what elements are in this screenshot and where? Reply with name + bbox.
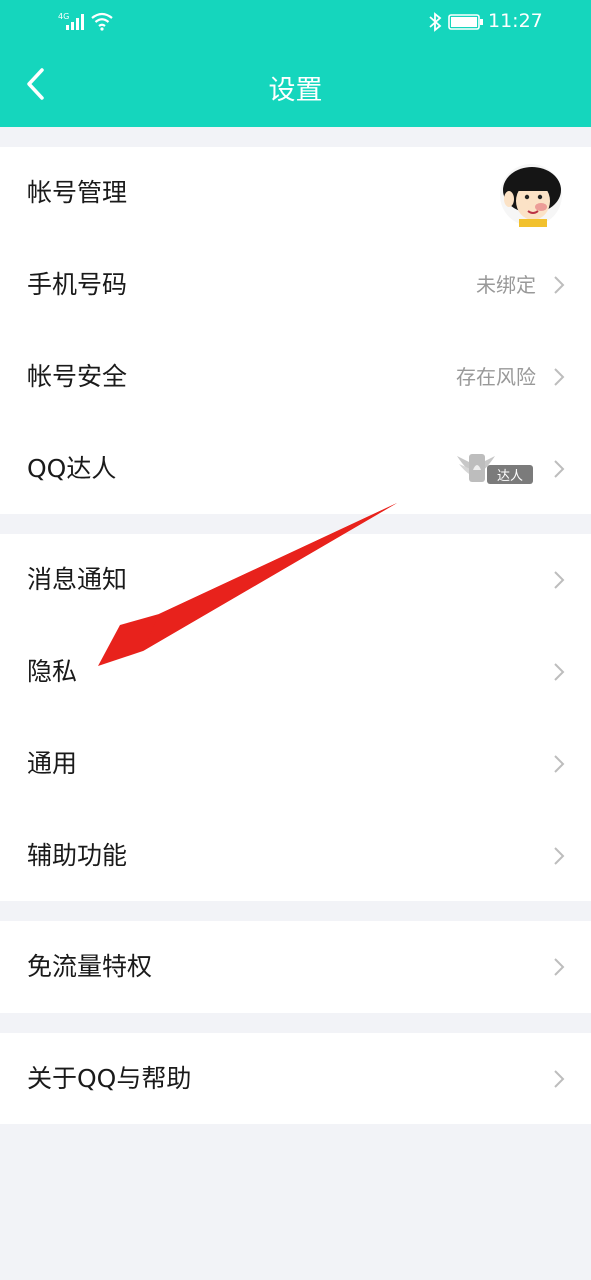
row-data-free-privilege[interactable]: 免流量特权 <box>0 921 591 1013</box>
row-label: 帐号安全 <box>27 362 128 391</box>
chevron-right-icon <box>554 571 565 589</box>
row-label: 消息通知 <box>27 565 128 594</box>
chevron-right-icon <box>554 958 565 976</box>
data-free-group: 免流量特权 <box>0 921 591 1013</box>
row-label: 帐号管理 <box>27 178 128 207</box>
row-phone-number[interactable]: 手机号码 未绑定 <box>0 239 591 331</box>
bluetooth-icon <box>429 12 442 32</box>
wifi-icon <box>91 12 113 31</box>
row-account-management[interactable]: 帐号管理 <box>0 147 591 239</box>
status-bar: 4G 11:27 <box>0 0 591 44</box>
avatar <box>500 164 562 227</box>
row-label: 手机号码 <box>27 270 128 299</box>
chevron-right-icon <box>554 276 565 294</box>
clock: 11:27 <box>488 10 543 32</box>
row-label: 隐私 <box>27 657 78 686</box>
chevron-right-icon <box>554 1070 565 1088</box>
chevron-right-icon <box>554 663 565 681</box>
row-value: 存在风险 <box>456 365 536 389</box>
chevron-right-icon <box>554 368 565 386</box>
row-label: 辅助功能 <box>27 841 128 870</box>
about-group: 关于QQ与帮助 <box>0 1033 591 1124</box>
chevron-right-icon <box>554 460 565 478</box>
badge-text: 达人 <box>497 469 523 484</box>
account-group: 帐号管理 手机号码 未绑定 帐号安全 存在风险 QQ达人 达人 <box>0 147 591 514</box>
row-label: 免流量特权 <box>27 952 153 981</box>
signal-icon <box>66 14 84 30</box>
row-value: 未绑定 <box>476 273 536 297</box>
row-about-help[interactable]: 关于QQ与帮助 <box>0 1033 591 1125</box>
chevron-right-icon <box>554 847 565 865</box>
row-notifications[interactable]: 消息通知 <box>0 534 591 626</box>
row-label: 通用 <box>27 749 78 778</box>
top-bar: 4G 11:27 设置 <box>0 0 591 127</box>
row-qq-expert[interactable]: QQ达人 达人 <box>0 423 591 515</box>
page-title: 设置 <box>268 75 323 106</box>
row-account-security[interactable]: 帐号安全 存在风险 <box>0 331 591 423</box>
row-general[interactable]: 通用 <box>0 718 591 810</box>
row-accessibility[interactable]: 辅助功能 <box>0 810 591 902</box>
settings-group: 消息通知 隐私 通用 辅助功能 <box>0 534 591 901</box>
row-privacy[interactable]: 隐私 <box>0 626 591 718</box>
expert-badge-icon: 达人 <box>457 454 533 484</box>
battery-icon <box>448 14 483 30</box>
row-label: 关于QQ与帮助 <box>27 1064 192 1093</box>
chevron-right-icon <box>554 755 565 773</box>
row-label: QQ达人 <box>27 454 117 483</box>
